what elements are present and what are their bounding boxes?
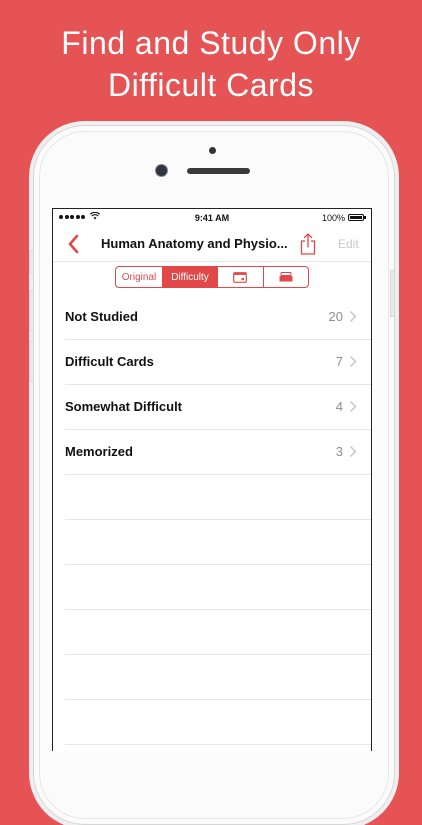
headline: Find and Study Only Difficult Cards xyxy=(0,22,422,106)
list-item-count: 7 xyxy=(335,354,343,369)
empty-row xyxy=(65,565,371,610)
battery-nub xyxy=(364,216,366,219)
list-item-label: Somewhat Difficult xyxy=(65,399,183,414)
list-item-not-studied[interactable]: Not Studied 20 xyxy=(65,295,371,340)
list-item-somewhat-difficult[interactable]: Somewhat Difficult 4 xyxy=(65,385,371,430)
battery-icon xyxy=(348,214,364,221)
list-item-count: 20 xyxy=(328,309,343,324)
edit-button[interactable]: Edit xyxy=(338,237,359,251)
list-item-label: Difficult Cards xyxy=(65,354,154,369)
nav-title: Human Anatomy and Physio... xyxy=(101,236,288,251)
chevron-right-icon xyxy=(349,310,357,323)
empty-row xyxy=(65,520,371,565)
share-icon[interactable] xyxy=(298,232,318,256)
battery-percent: 100% xyxy=(321,213,345,223)
segment-calendar[interactable] xyxy=(218,267,264,287)
mute-switch xyxy=(29,250,34,274)
back-chevron-icon[interactable] xyxy=(65,233,83,255)
list-item-memorized[interactable]: Memorized 3 xyxy=(65,430,371,475)
list-item-label: Not Studied xyxy=(65,309,138,324)
segment-original[interactable]: Original xyxy=(116,267,163,287)
calendar-icon xyxy=(233,271,248,283)
list-item-label: Memorized xyxy=(65,444,133,459)
nav-bar: Human Anatomy and Physio... Edit xyxy=(53,227,371,262)
power-button xyxy=(390,270,395,317)
volume-down-button xyxy=(29,340,34,382)
earpiece-speaker xyxy=(187,168,250,174)
category-list: Not Studied 20 Difficult Cards 7 Somewha… xyxy=(53,295,371,745)
segment-difficulty-label: Difficulty xyxy=(171,271,209,283)
empty-row xyxy=(65,610,371,655)
screen: 9:41 AM 100% Human Anatomy and Physio...… xyxy=(52,208,372,751)
front-camera xyxy=(156,165,167,176)
list-item-count: 3 xyxy=(335,444,343,459)
filter-segmented-control: Original Difficulty xyxy=(115,266,309,288)
chevron-right-icon xyxy=(349,445,357,458)
empty-row xyxy=(65,655,371,700)
headline-line-1: Find and Study Only xyxy=(61,25,361,61)
headline-line-2: Difficult Cards xyxy=(107,67,315,103)
segment-original-label: Original xyxy=(121,271,157,283)
card-stack-icon xyxy=(279,272,293,282)
segment-card-stack[interactable] xyxy=(264,267,309,287)
status-bar: 9:41 AM 100% xyxy=(53,209,371,227)
list-item-count: 4 xyxy=(335,399,343,414)
list-item-difficult-cards[interactable]: Difficult Cards 7 xyxy=(65,340,371,385)
segment-difficulty[interactable]: Difficulty xyxy=(163,267,218,287)
volume-up-button xyxy=(29,290,34,332)
empty-row xyxy=(65,700,371,745)
chevron-right-icon xyxy=(349,355,357,368)
chevron-right-icon xyxy=(349,400,357,413)
empty-row xyxy=(65,475,371,520)
proximity-sensor xyxy=(209,147,216,154)
